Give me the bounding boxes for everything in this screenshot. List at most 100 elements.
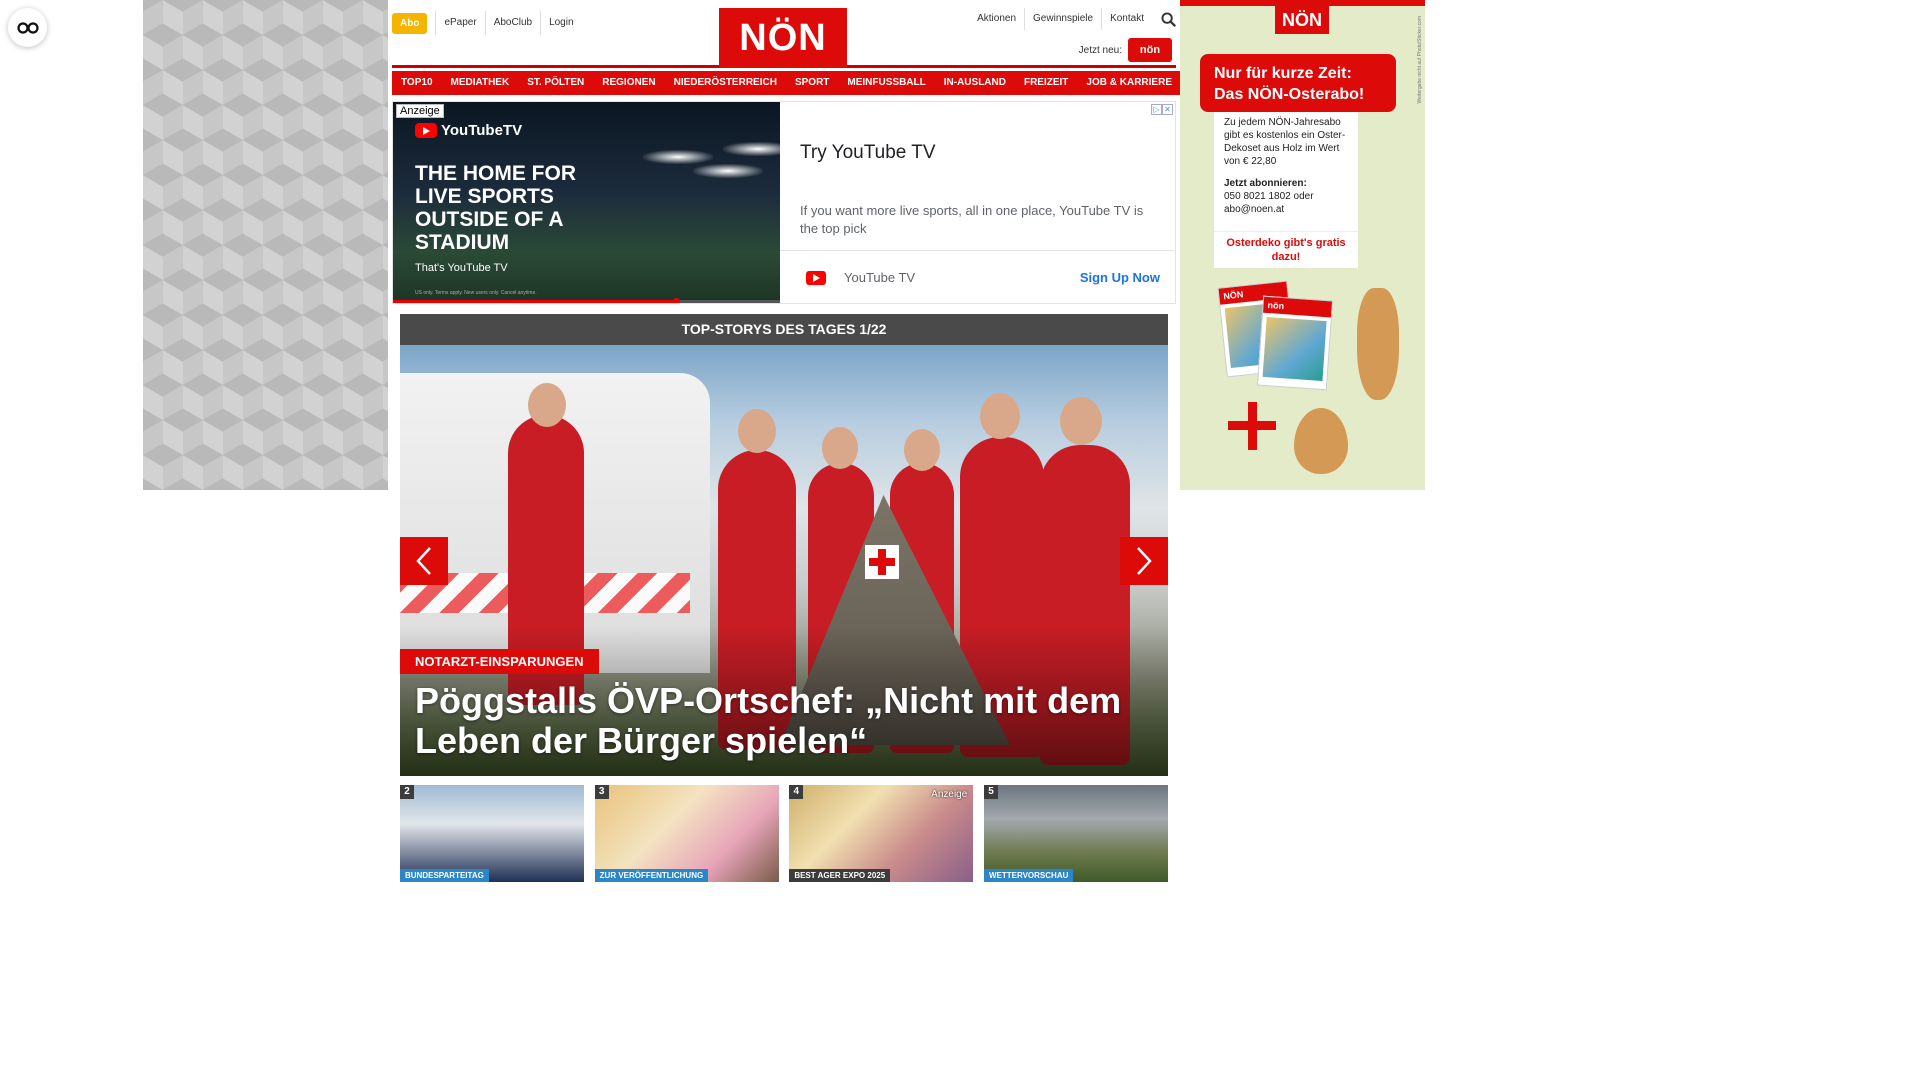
- thumbnail-tag: WETTERVORSCHAU: [983, 869, 1074, 882]
- magazine-image: [1262, 316, 1327, 382]
- main-column: Abo ePaper AboClub Login NÖN Aktionen Ge…: [392, 0, 1181, 776]
- header-left-links: Abo ePaper AboClub Login: [392, 11, 582, 35]
- red-cross-emblem: [865, 545, 899, 579]
- ad-advertiser: YouTube TV: [844, 270, 916, 285]
- ad-choices[interactable]: ▷ ✕: [1151, 104, 1173, 115]
- ad-progress-knob: [672, 298, 680, 303]
- abo-button[interactable]: Abo: [392, 12, 428, 34]
- youtube-play-icon: [415, 123, 437, 138]
- person-head: [980, 393, 1020, 439]
- search-button[interactable]: [1152, 8, 1176, 30]
- nav-item-job-karriere[interactable]: JOB & KARRIERE: [1077, 71, 1181, 95]
- thumbnail-number: 5: [983, 785, 998, 799]
- ad-headline: THE HOME FOR LIVE SPORTS OUTSIDE OF A ST…: [415, 162, 576, 254]
- hero-title[interactable]: Pöggstalls ÖVP-Ortschef: „Nicht mit dem …: [415, 681, 1155, 761]
- site-header: Abo ePaper AboClub Login NÖN Aktionen Ge…: [392, 0, 1176, 68]
- ad-offer-card: Zu jedem NÖN-Jahresabo gibt es kostenlos…: [1214, 112, 1358, 268]
- accessibility-button[interactable]: [8, 8, 47, 47]
- ad-footer: YouTube TV Sign Up Now: [780, 250, 1175, 304]
- story-thumbnail[interactable]: 3 ZUR VERÖFFENTLICHUNG: [594, 785, 779, 882]
- glasses-icon: [16, 21, 39, 34]
- person-head: [822, 427, 858, 469]
- ad-cta-title: Jetzt abonnieren:: [1224, 178, 1307, 189]
- youtube-tv-logo: YouTubeTV: [415, 122, 522, 139]
- thumbnail-number: 3: [594, 785, 609, 799]
- ad-choices-icon[interactable]: ▷: [1151, 104, 1162, 115]
- nav-item-niederoesterreich[interactable]: NIEDERÖSTERREICH: [664, 71, 786, 95]
- sign-up-button[interactable]: Sign Up Now: [1080, 270, 1160, 285]
- ad-offer-body: Zu jedem NÖN-Jahresabo gibt es kostenlos…: [1224, 117, 1346, 167]
- hero-kicker[interactable]: NOTARZT-EINSPARUNGEN: [400, 649, 599, 674]
- person-head: [738, 409, 776, 453]
- nav-item-st-poelten[interactable]: ST. PÖLTEN: [518, 71, 594, 95]
- ad-fineprint: US only. Terms apply. New users only. Ca…: [415, 290, 537, 296]
- youtube-tv-ad[interactable]: Anzeige YouTubeTV THE HOME FOR LIVE SPOR…: [392, 101, 1176, 304]
- carousel-prev-button[interactable]: [400, 537, 448, 585]
- nav-item-freizeit[interactable]: FREIZEIT: [1014, 71, 1078, 95]
- site-logo[interactable]: NÖN: [719, 8, 847, 68]
- thumbnail-tag: BEST AGER EXPO 2025: [789, 869, 891, 882]
- hero-story[interactable]: NOTARZT-EINSPARUNGEN Pöggstalls ÖVP-Orts…: [400, 345, 1168, 776]
- stadium-light: [723, 142, 780, 156]
- chevron-right-icon: [1137, 547, 1152, 575]
- left-skyscraper-ad[interactable]: [143, 0, 388, 490]
- story-thumbnail[interactable]: 5 WETTERVORSCHAU: [983, 785, 1168, 882]
- thumbnail-number: 4: [789, 785, 804, 799]
- thumbnail-tag: ZUR VERÖFFENTLICHUNG: [594, 869, 709, 882]
- top-stories-header: TOP-STORYS DES TAGES 1/22: [400, 314, 1168, 345]
- kontakt-link[interactable]: Kontakt: [1101, 8, 1152, 30]
- carousel-next-button[interactable]: [1120, 537, 1168, 585]
- stadium-light: [643, 150, 713, 164]
- person-head: [904, 429, 940, 471]
- ad-close-icon[interactable]: ✕: [1162, 104, 1173, 115]
- ad-text-panel[interactable]: Try YouTube TV If you want more live spo…: [780, 102, 1175, 303]
- jetzt-neu-label: Jetzt neu:: [1078, 44, 1122, 56]
- youtube-tv-brand: YouTubeTV: [441, 122, 523, 139]
- nav-item-sport[interactable]: SPORT: [785, 71, 839, 95]
- aktionen-link[interactable]: Aktionen: [969, 8, 1024, 30]
- story-thumbnails: 2 BUNDESPARTEITAG 3 ZUR VERÖFFENTLICHUNG…: [400, 785, 1168, 882]
- person-head: [528, 383, 566, 427]
- red-cross-decoration: [1228, 421, 1276, 430]
- nav-item-meinfussball[interactable]: MEINFUSSBALL: [838, 71, 935, 95]
- jetzt-neu-badge[interactable]: nön: [1128, 38, 1172, 62]
- nav-item-regionen[interactable]: REGIONEN: [593, 71, 665, 95]
- stadium-light: [693, 164, 763, 178]
- thumbnail-ad-label: Anzeige: [931, 789, 968, 800]
- chevron-left-icon: [416, 547, 431, 575]
- aboclub-link[interactable]: AboClub: [484, 11, 540, 35]
- jetzt-neu: Jetzt neu: nön: [1079, 38, 1172, 62]
- ad-image[interactable]: Anzeige YouTubeTV THE HOME FOR LIVE SPOR…: [393, 102, 780, 303]
- main-navigation: TOP10 MEDIATHEK ST. PÖLTEN REGIONEN NIED…: [392, 71, 1181, 95]
- ad-gift-text: Osterdeko gibt's gratis dazu!: [1214, 231, 1358, 264]
- nav-item-mediathek[interactable]: MEDIATHEK: [441, 71, 519, 95]
- right-skyscraper-ad[interactable]: NÖN Weitergabe nicht auf Photo/Sticker.c…: [1180, 0, 1425, 490]
- header-right-links: Aktionen Gewinnspiele Kontakt: [969, 8, 1176, 30]
- ad-progress-fill: [393, 300, 676, 303]
- story-thumbnail[interactable]: 2 BUNDESPARTEITAG: [400, 785, 584, 882]
- login-link[interactable]: Login: [540, 11, 581, 35]
- ad-side-text: Weitergabe nicht auf Photo/Sticker.com: [1417, 16, 1423, 104]
- epaper-link[interactable]: ePaper: [435, 11, 484, 35]
- ad-cta-body: 050 8021 1802 oder abo@noen.at: [1224, 191, 1314, 215]
- person-head: [1060, 397, 1102, 445]
- top-stories: TOP-STORYS DES TAGES 1/22 NOTARZT-EINSPA…: [400, 314, 1168, 776]
- nav-item-top10[interactable]: TOP10: [392, 71, 442, 95]
- thumbnail-tag: BUNDESPARTEITAG: [400, 869, 489, 882]
- thumbnail-number: 2: [400, 785, 414, 799]
- ad-description: If you want more live sports, all in one…: [800, 203, 1144, 236]
- story-thumbnail[interactable]: 4 Anzeige BEST AGER EXPO 2025: [789, 785, 974, 882]
- search-icon: [1161, 11, 1176, 27]
- ad-progress-bar: [393, 298, 780, 303]
- ad-title[interactable]: Try YouTube TV: [800, 142, 936, 164]
- ad-label: Anzeige: [396, 104, 444, 118]
- gewinnspiele-link[interactable]: Gewinnspiele: [1024, 8, 1101, 30]
- youtube-icon: [806, 270, 826, 285]
- magazine-cover: nön: [1256, 295, 1334, 391]
- ad-noen-logo: NÖN: [1275, 6, 1329, 34]
- easter-bunny-decoration: [1357, 288, 1399, 400]
- ad-subline: That's YouTube TV: [415, 262, 508, 274]
- nav-item-in-ausland[interactable]: IN-AUSLAND: [934, 71, 1015, 95]
- easter-egg-decoration: [1294, 408, 1348, 474]
- magazine-label: nön: [1263, 296, 1332, 318]
